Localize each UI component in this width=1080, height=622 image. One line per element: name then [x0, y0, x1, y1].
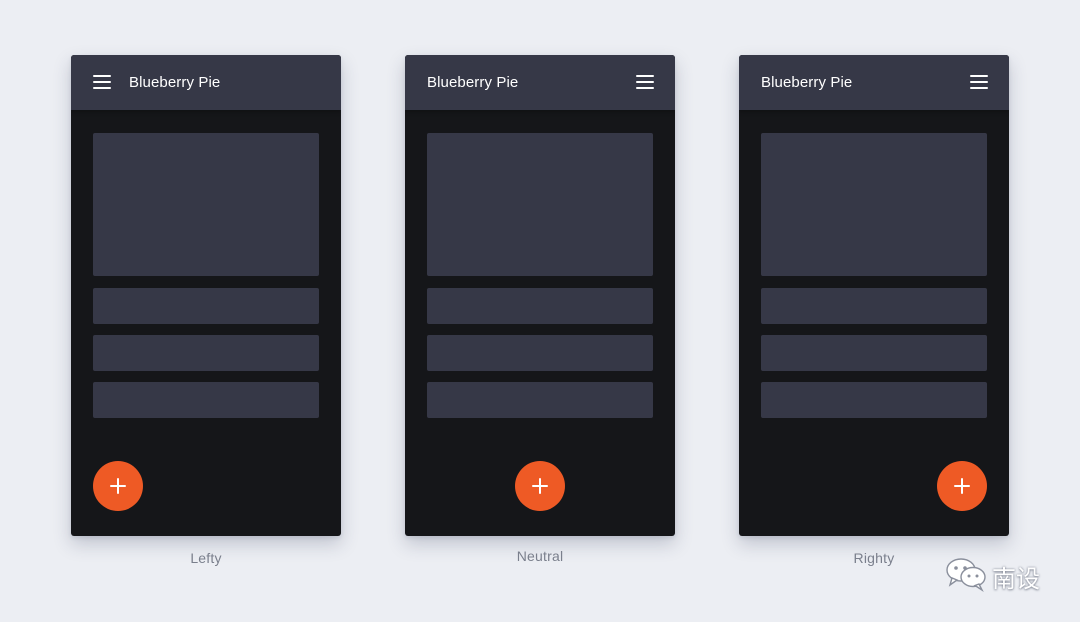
watermark-text: 南设 [992, 565, 1040, 593]
list-item[interactable] [427, 382, 653, 418]
add-fab-button[interactable] [937, 461, 987, 511]
add-fab-button[interactable] [515, 461, 565, 511]
hero-card-placeholder[interactable] [427, 133, 653, 276]
list-item[interactable] [761, 335, 987, 371]
app-title: Blueberry Pie [761, 74, 853, 91]
phone-caption: Neutral [516, 548, 564, 564]
add-fab-button[interactable] [93, 461, 143, 511]
app-title: Blueberry Pie [129, 74, 221, 91]
app-bar: Blueberry Pie [739, 55, 1009, 110]
hero-card-placeholder[interactable] [761, 133, 987, 276]
list-item[interactable] [761, 288, 987, 324]
list-item[interactable] [427, 288, 653, 324]
list-item[interactable] [93, 382, 319, 418]
phone-mockup-righty: Blueberry Pie [739, 55, 1009, 536]
list-item[interactable] [93, 335, 319, 371]
phone-caption: Lefty [190, 550, 222, 566]
phone-mockup-neutral: Blueberry Pie [405, 55, 675, 536]
list-item[interactable] [761, 382, 987, 418]
list-item[interactable] [93, 288, 319, 324]
phone-mockup-lefty: Blueberry Pie [71, 55, 341, 536]
hamburger-menu-icon[interactable] [93, 75, 111, 89]
list-item[interactable] [427, 335, 653, 371]
app-title: Blueberry Pie [427, 74, 519, 91]
hamburger-menu-icon[interactable] [970, 75, 988, 89]
hero-card-placeholder[interactable] [93, 133, 319, 276]
wechat-icon [946, 558, 986, 592]
app-bar: Blueberry Pie [405, 55, 675, 110]
hamburger-menu-icon[interactable] [636, 75, 654, 89]
app-bar: Blueberry Pie [71, 55, 341, 110]
